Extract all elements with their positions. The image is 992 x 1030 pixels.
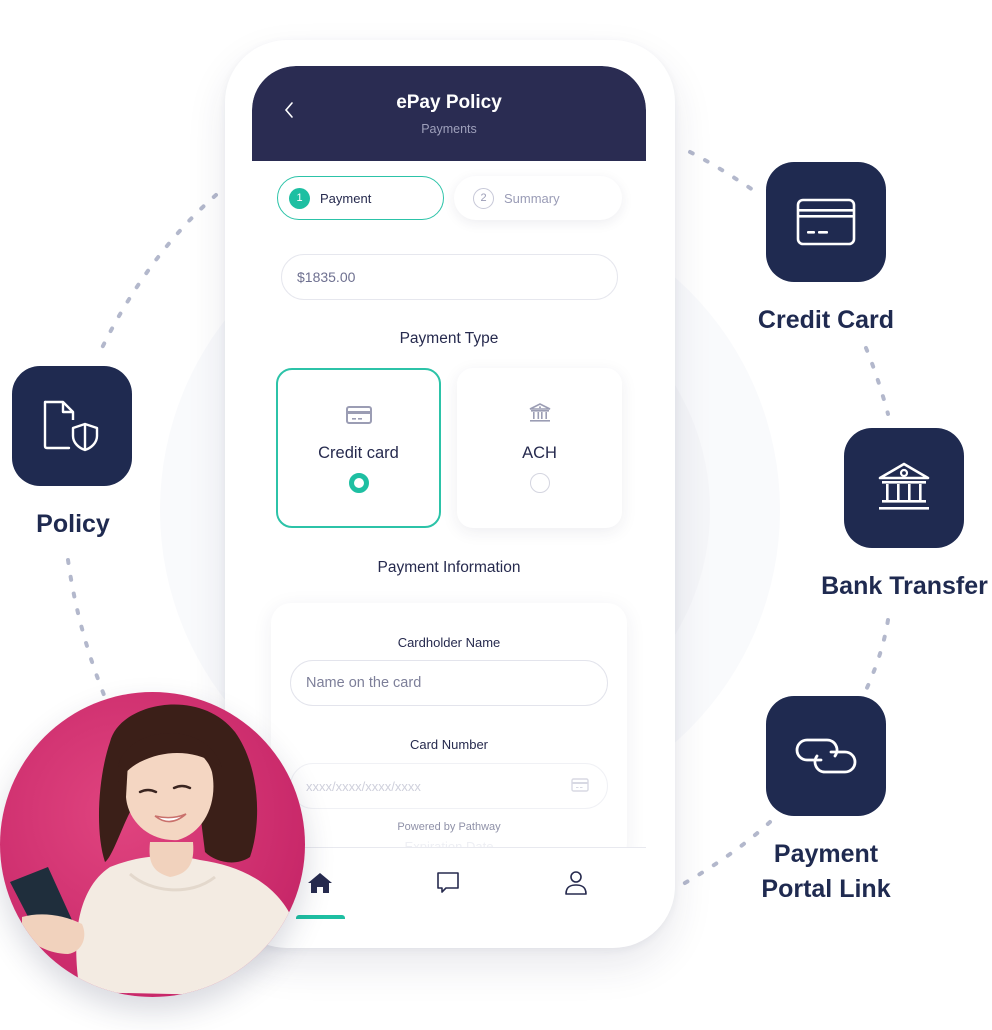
nav-messages[interactable] <box>433 868 463 898</box>
radio-selected[interactable] <box>348 473 369 493</box>
connector-policy-top <box>98 193 218 354</box>
feature-tile-bank-transfer[interactable] <box>844 428 964 548</box>
nav-active-indicator <box>296 915 345 919</box>
step-number: 1 <box>289 187 310 209</box>
policy-shield-icon <box>43 400 99 452</box>
bottom-nav <box>252 847 646 919</box>
radio-unselected[interactable] <box>529 473 550 493</box>
connector-cc-bank <box>864 346 890 416</box>
step-number: 2 <box>473 187 494 209</box>
payment-type-heading: Payment Type <box>399 330 499 347</box>
feature-label-credit-card: Credit Card <box>757 306 895 334</box>
feature-label-line: Payment <box>773 840 879 868</box>
feature-tile-policy[interactable] <box>12 366 132 486</box>
feature-tile-payment-portal-link[interactable] <box>766 696 886 816</box>
cardholder-name-input[interactable]: Name on the card <box>290 660 608 706</box>
page-title: ePay Policy <box>396 92 502 113</box>
feature-label-bank-transfer: Bank Transfer <box>821 572 988 600</box>
credit-card-icon <box>796 198 856 246</box>
bank-icon <box>529 403 550 422</box>
feature-tile-credit-card[interactable] <box>766 162 886 282</box>
payment-info-heading: Payment Information <box>377 559 521 576</box>
page-subtitle: Payments <box>421 122 477 136</box>
step-tab-summary[interactable]: 2 Summary <box>454 176 622 220</box>
card-number-label: Card Number <box>409 737 489 752</box>
bank-icon <box>878 462 930 510</box>
payment-option-ach[interactable]: ACH <box>457 368 622 528</box>
link-icon <box>795 738 857 774</box>
powered-by-text: Powered by Pathway <box>397 821 501 833</box>
payment-option-credit-card[interactable]: Credit card <box>276 368 441 528</box>
feature-label-line: Portal Link <box>761 875 891 903</box>
payment-option-label: ACH <box>522 444 557 462</box>
step-tab-payment[interactable]: 1 Payment <box>277 176 444 220</box>
connector-credit-card <box>688 150 758 194</box>
connector-policy-bottom <box>66 558 108 702</box>
home-icon <box>308 873 332 893</box>
woman-with-phone-illustration <box>10 704 305 997</box>
nav-profile[interactable] <box>561 868 591 898</box>
phone-screen: ePay Policy Payments 1 Payment 2 Summary… <box>252 66 646 919</box>
nav-home[interactable] <box>305 868 335 898</box>
user-icon <box>565 871 587 895</box>
customer-photo <box>0 692 305 997</box>
step-label: Payment <box>320 190 372 206</box>
card-number-placeholder: xxxx/xxxx/xxxx/xxxx <box>306 778 421 794</box>
feature-label-payment-portal-link: Payment Portal Link <box>740 837 912 907</box>
card-number-input[interactable]: xxxx/xxxx/xxxx/xxxx <box>290 763 608 809</box>
step-label: Summary <box>504 190 560 206</box>
payment-option-label: Credit card <box>318 444 399 462</box>
amount-input[interactable]: $1835.00 <box>281 254 618 300</box>
connector-bank-link <box>864 618 890 692</box>
credit-card-icon <box>345 406 372 424</box>
credit-card-icon <box>571 778 589 792</box>
cardholder-name-label: Cardholder Name <box>397 635 501 650</box>
payment-info-card: Cardholder Name Name on the card Card Nu… <box>271 603 627 863</box>
feature-label-policy: Policy <box>36 510 110 538</box>
chat-icon <box>437 872 459 893</box>
app-header: ePay Policy Payments <box>252 66 646 161</box>
